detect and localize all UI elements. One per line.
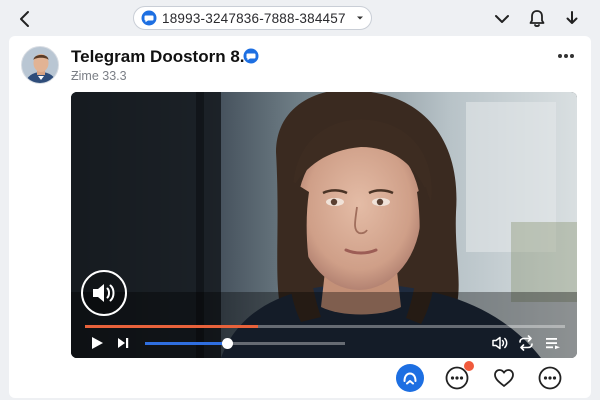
channel-name[interactable]: Telegram Doostorn 8.0 — [71, 47, 254, 67]
chat-id-label: 18993-3247836-7888-384457 — [162, 10, 346, 26]
top-bar: 18993-3247836-7888-384457 — [0, 0, 600, 36]
avatar-image — [22, 47, 58, 83]
playback-progress-fill — [85, 325, 258, 328]
volume-icon — [93, 284, 115, 302]
repeat-icon[interactable] — [517, 335, 535, 351]
playlist-icon[interactable] — [545, 335, 561, 351]
video-player[interactable] — [71, 92, 577, 358]
comments-badge — [464, 361, 474, 371]
more-icon — [538, 366, 562, 390]
verified-icon — [243, 48, 259, 64]
skip-next-icon[interactable] — [115, 335, 131, 351]
post-card: Telegram Doostorn 8.0 Ƶime 33.3 — [9, 36, 591, 398]
post-actions — [9, 361, 591, 396]
heart-icon — [494, 369, 514, 387]
volume-slider-knob[interactable] — [222, 338, 233, 349]
like-button[interactable] — [490, 364, 518, 392]
chat-selector[interactable]: 18993-3247836-7888-384457 — [133, 6, 372, 30]
download-icon[interactable] — [561, 8, 583, 30]
volume-icon[interactable] — [491, 335, 509, 351]
volume-slider-fill — [145, 342, 227, 345]
more-actions-button[interactable] — [536, 364, 564, 392]
post-time: Ƶime 33.3 — [71, 69, 127, 83]
video-frame — [71, 92, 577, 358]
chat-bubble-icon — [141, 10, 157, 26]
more-icon[interactable] — [555, 49, 577, 63]
avatar[interactable] — [21, 46, 59, 84]
chevron-down-icon[interactable] — [491, 8, 513, 30]
share-icon — [403, 372, 417, 385]
caret-down-icon — [357, 16, 363, 20]
share-button[interactable] — [396, 364, 424, 392]
play-icon[interactable] — [89, 335, 105, 351]
volume-toggle-button[interactable] — [81, 270, 127, 316]
volume-slider[interactable] — [145, 338, 345, 349]
bell-icon[interactable] — [526, 8, 548, 30]
back-icon[interactable] — [14, 8, 36, 30]
playback-progress-bar[interactable] — [85, 325, 565, 328]
comment-button[interactable] — [443, 361, 474, 392]
